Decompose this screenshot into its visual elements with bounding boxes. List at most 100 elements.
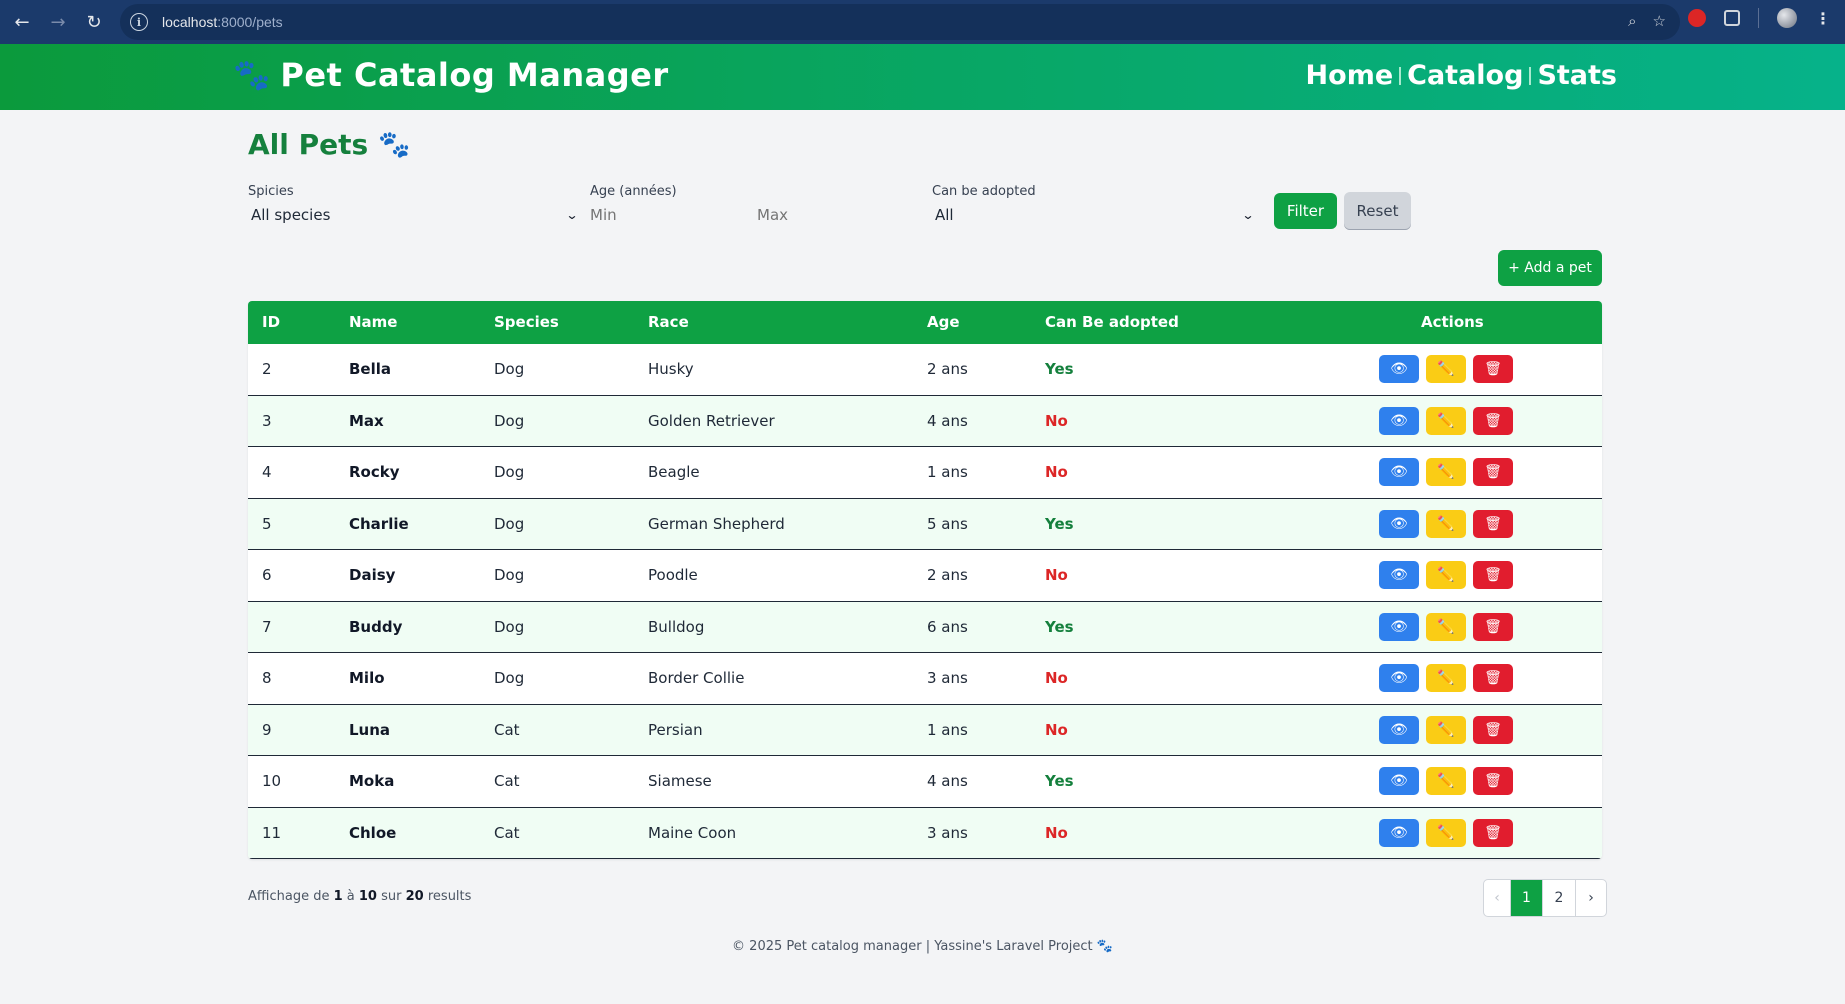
view-button[interactable]: 👁: [1379, 715, 1419, 744]
pencil-icon: ✏️: [1437, 515, 1455, 532]
row-actions: 👁 ✏️ 🗑: [1379, 561, 1513, 589]
adopt-select[interactable]: All ⌄: [935, 206, 1255, 224]
cell-id: 11: [262, 823, 282, 842]
delete-button[interactable]: 🗑: [1473, 406, 1513, 435]
delete-button[interactable]: 🗑: [1473, 561, 1513, 589]
reload-icon[interactable]: ↻: [80, 8, 108, 36]
delete-button[interactable]: 🗑: [1473, 458, 1513, 486]
view-button[interactable]: 👁: [1379, 406, 1419, 435]
age-max-input[interactable]: [757, 206, 907, 224]
view-button[interactable]: 👁: [1379, 509, 1419, 538]
page-1-button[interactable]: 1: [1511, 880, 1543, 916]
brand-title: Pet Catalog Manager: [280, 56, 669, 94]
address-bar[interactable]: i localhost:8000/pets ⌕ ☆: [120, 4, 1680, 40]
eye-icon: 👁: [1390, 773, 1408, 789]
view-button[interactable]: 👁: [1379, 664, 1419, 692]
top-nav: Home Catalog Stats: [1306, 60, 1617, 91]
view-button[interactable]: 👁: [1379, 767, 1419, 795]
cell-id: 9: [262, 720, 272, 739]
row-actions: 👁 ✏️ 🗑: [1379, 458, 1513, 486]
edit-button[interactable]: ✏️: [1426, 406, 1466, 435]
zoom-icon[interactable]: ⌕: [1628, 12, 1636, 30]
chevron-down-icon: ⌄: [1241, 208, 1255, 222]
eye-icon: 👁: [1390, 515, 1408, 532]
edit-button[interactable]: ✏️: [1426, 715, 1466, 744]
col-species: Species: [494, 313, 559, 331]
extension-icon[interactable]: [1688, 9, 1706, 27]
profile-avatar-icon[interactable]: [1777, 8, 1797, 28]
delete-button[interactable]: 🗑: [1473, 612, 1513, 641]
nav-catalog[interactable]: Catalog: [1407, 60, 1523, 91]
back-icon[interactable]: ←: [8, 8, 36, 36]
age-min-input[interactable]: [590, 206, 740, 224]
next-page-button[interactable]: ›: [1576, 880, 1606, 916]
reset-button[interactable]: Reset: [1344, 192, 1411, 230]
cell-adopt: Yes: [1045, 514, 1074, 533]
cell-race: Bulldog: [648, 617, 705, 636]
delete-button[interactable]: 🗑: [1473, 767, 1513, 795]
cell-age: 5 ans: [927, 514, 968, 533]
bookmark-star-icon[interactable]: ☆: [1653, 12, 1666, 30]
cell-name: Max: [349, 411, 384, 430]
cell-id: 10: [262, 772, 282, 790]
edit-button[interactable]: ✏️: [1426, 509, 1466, 538]
nav-separator: [1529, 66, 1532, 85]
row-actions: 👁 ✏️ 🗑: [1379, 509, 1513, 538]
species-select[interactable]: All species ⌄: [251, 206, 579, 224]
cell-age: 4 ans: [927, 772, 968, 790]
view-button[interactable]: 👁: [1379, 355, 1419, 383]
view-button[interactable]: 👁: [1379, 561, 1419, 589]
extensions-puzzle-icon[interactable]: [1724, 10, 1740, 26]
nav-separator: [1399, 66, 1402, 85]
delete-button[interactable]: 🗑: [1473, 715, 1513, 744]
cell-age: 6 ans: [927, 617, 968, 636]
add-pet-button[interactable]: + Add a pet: [1498, 250, 1602, 286]
cell-species: Dog: [494, 617, 525, 636]
cell-adopt: Yes: [1045, 772, 1074, 790]
table-row: 3 Max Dog Golden Retriever 4 ans No 👁 ✏️ 🗑: [248, 395, 1602, 447]
page-2-button[interactable]: 2: [1543, 880, 1576, 916]
edit-button[interactable]: ✏️: [1426, 458, 1466, 486]
edit-button[interactable]: ✏️: [1426, 561, 1466, 589]
pencil-icon: ✏️: [1437, 567, 1455, 583]
menu-kebab-icon[interactable]: ⋮: [1815, 9, 1831, 28]
nav-stats[interactable]: Stats: [1537, 60, 1617, 91]
view-button[interactable]: 👁: [1379, 612, 1419, 641]
adopt-label: Can be adopted: [932, 184, 1036, 199]
edit-button[interactable]: ✏️: [1426, 612, 1466, 641]
forward-icon[interactable]: →: [44, 8, 72, 36]
trash-icon: 🗑: [1484, 515, 1502, 532]
edit-button[interactable]: ✏️: [1426, 355, 1466, 383]
table-body: 2 Bella Dog Husky 2 ans Yes 👁 ✏️ 🗑 3 Max Dog Golden …: [248, 344, 1602, 859]
cell-adopt: Yes: [1045, 617, 1074, 636]
cell-age: 2 ans: [927, 360, 968, 378]
table-row: 10 Moka Cat Siamese 4 ans Yes 👁 ✏️ 🗑: [248, 756, 1602, 808]
prev-page-button[interactable]: ‹: [1484, 880, 1511, 916]
view-button[interactable]: 👁: [1379, 458, 1419, 486]
row-actions: 👁 ✏️ 🗑: [1379, 664, 1513, 692]
delete-button[interactable]: 🗑: [1473, 355, 1513, 383]
delete-button[interactable]: 🗑: [1473, 664, 1513, 692]
paw-icon: 🐾: [378, 129, 411, 160]
edit-button[interactable]: ✏️: [1426, 664, 1466, 692]
view-button[interactable]: 👁: [1379, 818, 1419, 847]
nav-home[interactable]: Home: [1306, 60, 1394, 91]
brand[interactable]: 🐾 Pet Catalog Manager: [233, 56, 669, 94]
cell-age: 1 ans: [927, 463, 968, 481]
cell-id: 6: [262, 566, 272, 584]
edit-button[interactable]: ✏️: [1426, 818, 1466, 847]
row-actions: 👁 ✏️ 🗑: [1379, 612, 1513, 641]
row-actions: 👁 ✏️ 🗑: [1379, 767, 1513, 795]
page-title: All Pets 🐾: [248, 128, 411, 161]
url-text[interactable]: localhost:8000/pets: [162, 14, 283, 30]
trash-icon: 🗑: [1484, 412, 1502, 429]
edit-button[interactable]: ✏️: [1426, 767, 1466, 795]
pets-table: ID Name Species Race Age Can Be adopted …: [248, 301, 1602, 859]
cell-species: Dog: [494, 411, 525, 430]
cell-id: 5: [262, 514, 272, 533]
filter-button[interactable]: Filter: [1274, 193, 1337, 229]
site-info-icon[interactable]: i: [130, 13, 148, 31]
delete-button[interactable]: 🗑: [1473, 509, 1513, 538]
pencil-icon: ✏️: [1437, 361, 1455, 377]
delete-button[interactable]: 🗑: [1473, 818, 1513, 847]
